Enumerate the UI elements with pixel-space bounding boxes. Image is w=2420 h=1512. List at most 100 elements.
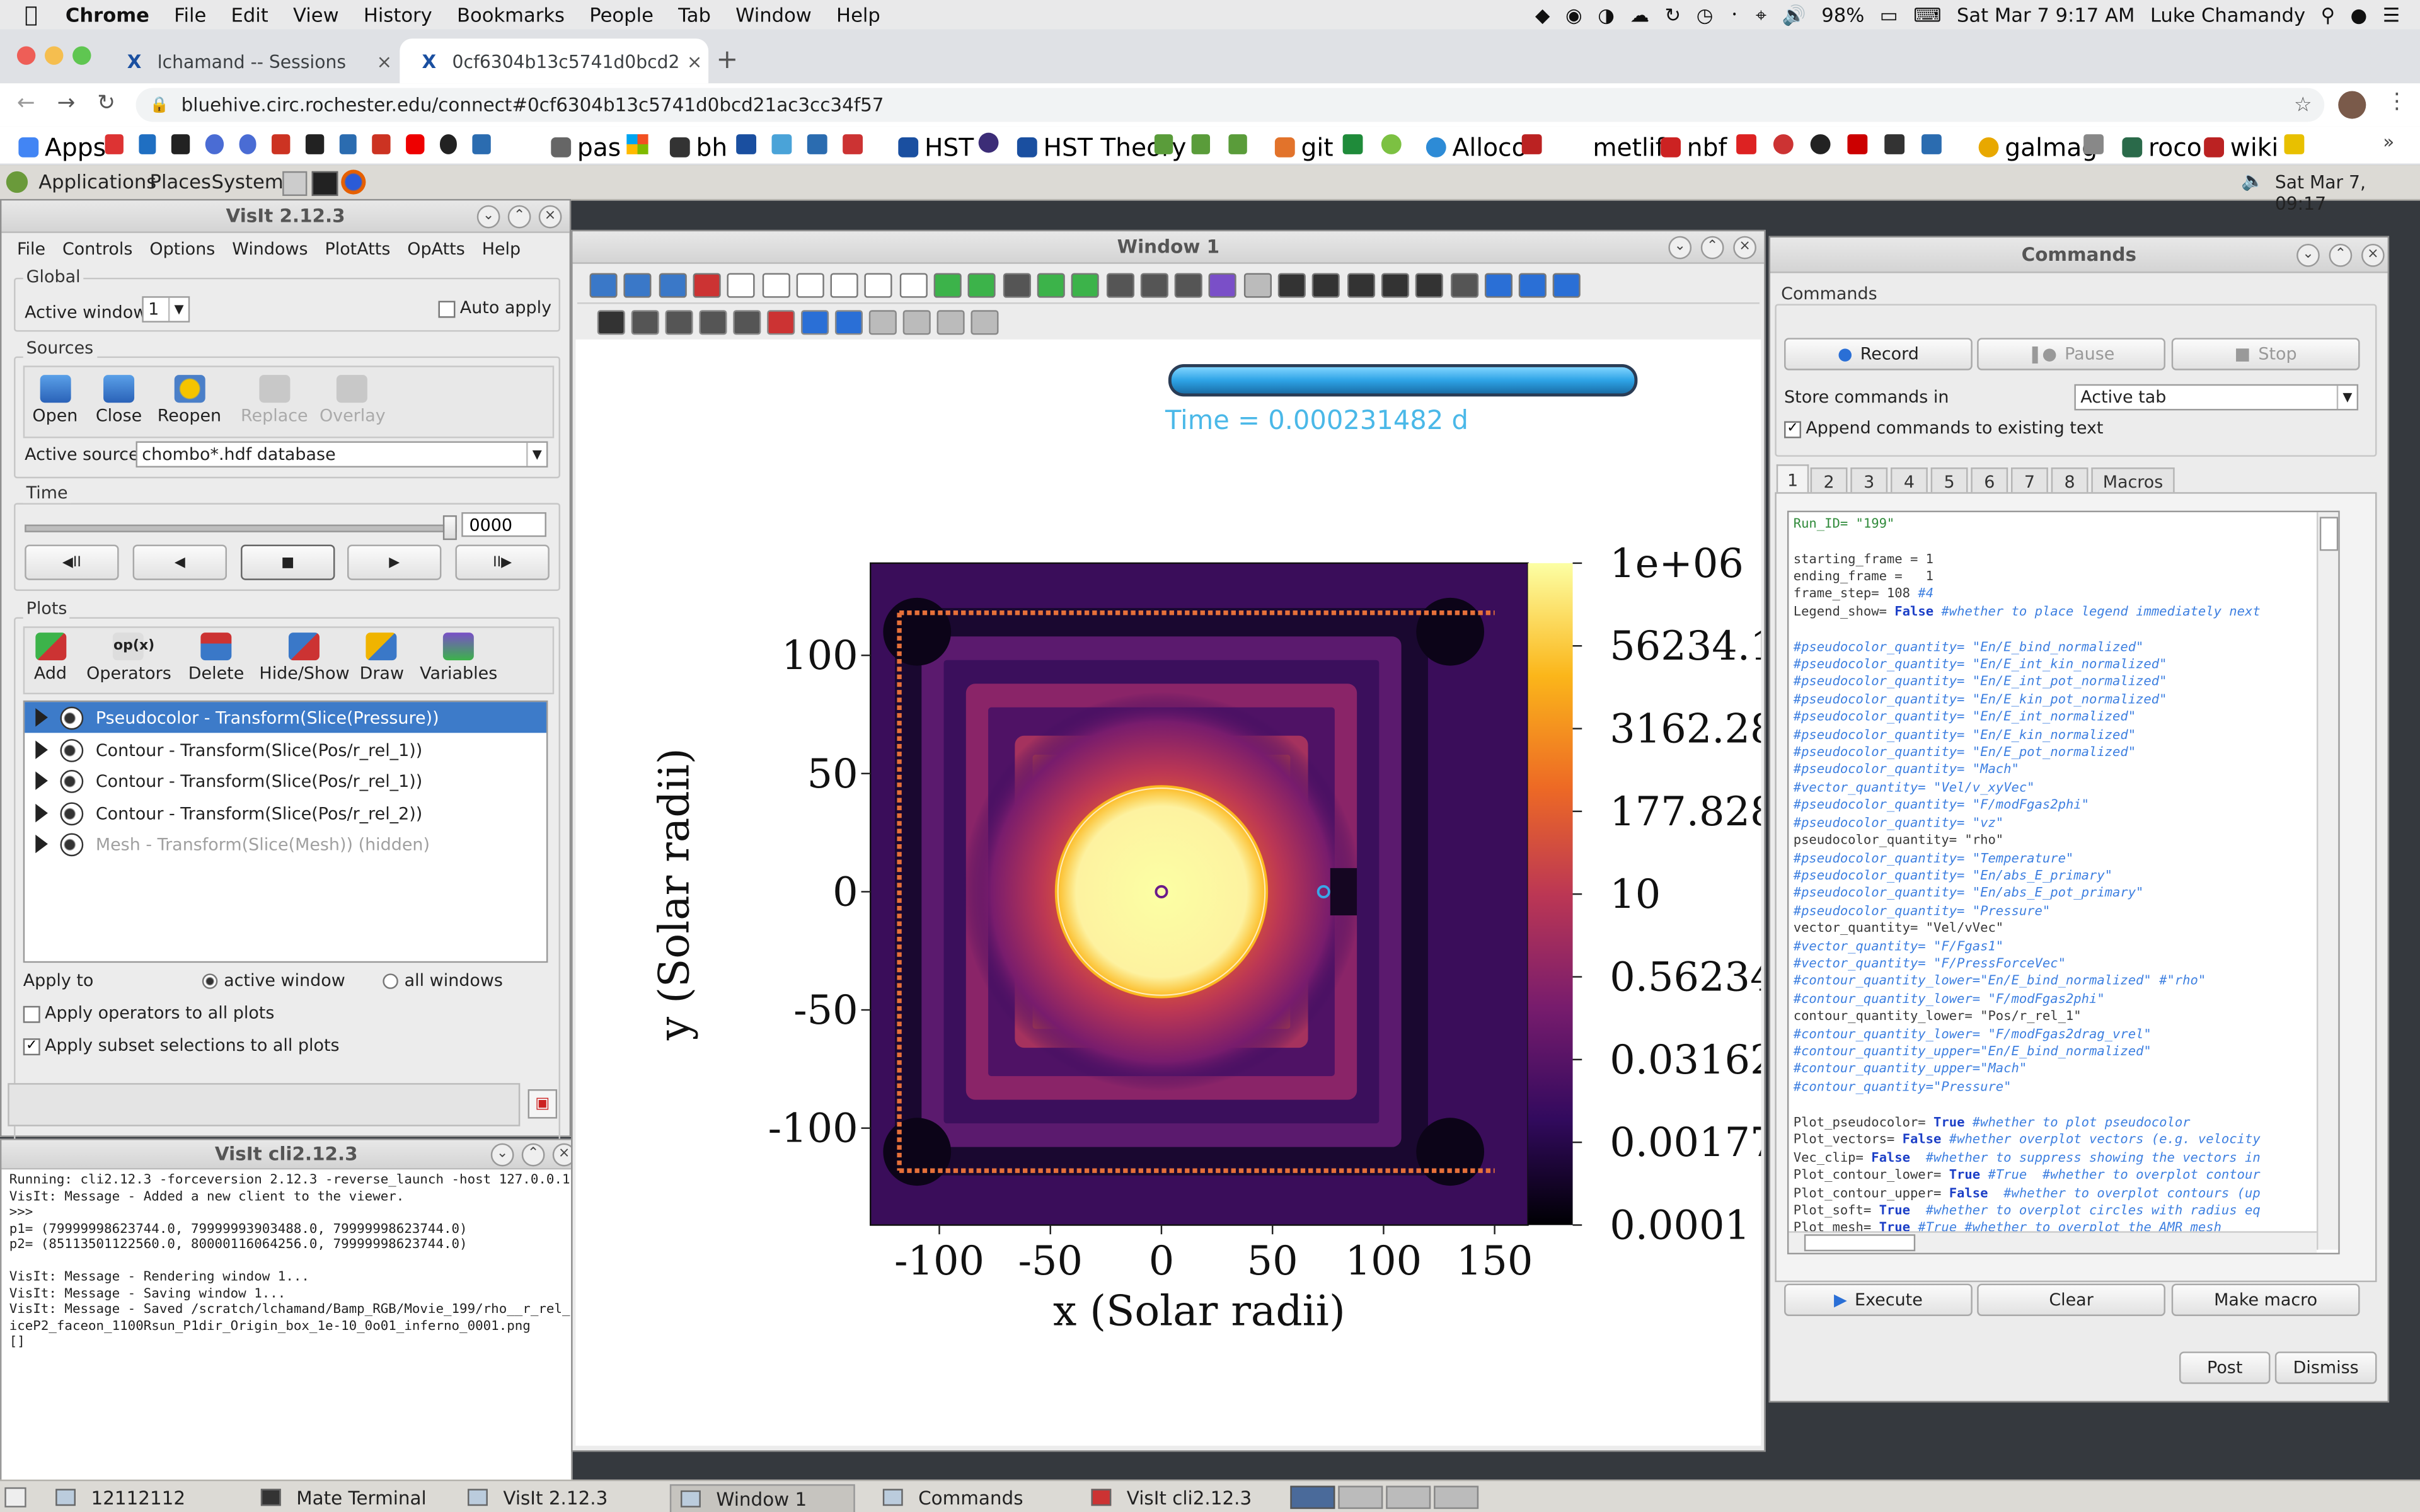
minimize-icon[interactable]: ⌄ bbox=[476, 205, 500, 229]
panel-system[interactable]: System bbox=[212, 169, 284, 193]
menu-opatts[interactable]: OpAtts bbox=[390, 233, 464, 264]
editor-hscroll-thumb[interactable] bbox=[1804, 1234, 1916, 1252]
viz-toolbar-icon[interactable] bbox=[1484, 273, 1512, 298]
viz-toolbar-icon[interactable] bbox=[1553, 273, 1581, 298]
close-button[interactable]: Close bbox=[96, 375, 142, 426]
viz-toolbar-icon[interactable] bbox=[693, 273, 721, 298]
tab-7[interactable]: 7 bbox=[2011, 467, 2048, 494]
bookmark-bh[interactable]: bh bbox=[669, 133, 727, 162]
tab-2[interactable]: 2 bbox=[1810, 467, 1848, 494]
viz-toolbar-icon[interactable] bbox=[865, 273, 893, 298]
youtube-icon[interactable] bbox=[406, 134, 424, 154]
menu-history[interactable]: History bbox=[351, 3, 444, 26]
star-icon[interactable] bbox=[843, 134, 863, 154]
plot-visibility-icon[interactable] bbox=[60, 769, 84, 793]
bookmark-icon[interactable] bbox=[1381, 134, 1402, 154]
viz-interaction-icon[interactable] bbox=[936, 310, 965, 335]
active-window-select[interactable]: 1 ▼ bbox=[142, 296, 190, 323]
bookmark-icon[interactable] bbox=[2083, 134, 2104, 154]
viz-toolbar-icon[interactable] bbox=[1174, 273, 1203, 298]
apply-subset-checkbox[interactable]: ✓ bbox=[23, 1038, 40, 1056]
taskbar-item[interactable]: Commands bbox=[882, 1484, 1023, 1511]
bookmarks-overflow[interactable]: » bbox=[2383, 131, 2394, 152]
viz-interaction-icon[interactable] bbox=[767, 310, 795, 335]
back-icon[interactable]: ← bbox=[17, 91, 35, 115]
bookmark-icon[interactable] bbox=[1884, 134, 1905, 154]
auto-apply-checkbox[interactable] bbox=[438, 301, 456, 318]
wifi-icon[interactable]: ⌖ bbox=[1748, 3, 1775, 27]
firefox-icon[interactable] bbox=[341, 169, 366, 195]
notification-center-icon[interactable]: ☰ bbox=[2375, 3, 2407, 26]
close-icon[interactable]: × bbox=[1733, 236, 1756, 260]
bookmark-icon[interactable] bbox=[1154, 134, 1173, 154]
apple-icon[interactable]:  bbox=[0, 3, 53, 27]
output-indicator-icon[interactable]: ▣ bbox=[527, 1089, 558, 1119]
bookmark-icon[interactable] bbox=[1342, 134, 1363, 154]
bookmark-nbf[interactable]: nbf bbox=[1661, 133, 1727, 162]
menu-edit[interactable]: Edit bbox=[219, 3, 280, 26]
menubar-clock[interactable]: Sat Mar 7 9:17 AM bbox=[1949, 3, 2143, 26]
bookmark-icon[interactable] bbox=[205, 134, 224, 154]
stop-record-button[interactable]: ■ Stop bbox=[2171, 338, 2360, 370]
expand-arrow-icon[interactable] bbox=[35, 771, 48, 790]
siri-icon[interactable]: ● bbox=[2342, 3, 2375, 26]
plot-list-item[interactable]: Mesh - Transform(Slice(Mesh)) (hidden) bbox=[25, 828, 546, 859]
viz-toolbar-icon[interactable] bbox=[1449, 273, 1478, 298]
draw-button[interactable]: Draw bbox=[360, 633, 404, 684]
viz-toolbar-icon[interactable] bbox=[761, 273, 790, 298]
clear-button[interactable]: Clear bbox=[1977, 1283, 2165, 1316]
dropbox-icon[interactable]: ◆ bbox=[1528, 3, 1558, 26]
viz-toolbar-icon[interactable] bbox=[1209, 273, 1237, 298]
editor-hscrollbar[interactable] bbox=[1789, 1231, 2317, 1253]
bookmark-icon[interactable] bbox=[238, 134, 257, 154]
variables-button[interactable]: Variables bbox=[420, 633, 497, 684]
browser-tab-sessions[interactable]: X lchamand -- Sessions × bbox=[105, 38, 398, 83]
dismiss-button[interactable]: Dismiss bbox=[2274, 1351, 2377, 1384]
wifi-signal-icon[interactable]: ◑ bbox=[1590, 3, 1622, 26]
tab-8[interactable]: 8 bbox=[2051, 467, 2089, 494]
taskbar-item[interactable]: 12112112 bbox=[55, 1484, 185, 1511]
plot-visibility-icon[interactable] bbox=[60, 706, 84, 730]
plot-list[interactable]: Pseudocolor - Transform(Slice(Pressure))… bbox=[23, 700, 548, 963]
panel-applications[interactable]: Applications bbox=[38, 169, 156, 193]
active-source-select[interactable]: chombo*.hdf database ▼ bbox=[135, 441, 548, 468]
spotlight-search-icon[interactable]: ⚲ bbox=[2313, 3, 2342, 26]
viz-interaction-icon[interactable] bbox=[733, 310, 761, 335]
battery-percent[interactable]: 98% bbox=[1814, 3, 1872, 26]
viz-interaction-icon[interactable] bbox=[631, 310, 659, 335]
reload-icon[interactable]: ↻ bbox=[97, 91, 115, 115]
bookmark-icon[interactable] bbox=[272, 134, 291, 154]
menu-help[interactable]: Help bbox=[465, 233, 521, 264]
workspace-4[interactable] bbox=[1434, 1486, 1479, 1509]
cloud-icon[interactable]: ☁ bbox=[1622, 3, 1657, 26]
bookmark-wiki[interactable]: wiki bbox=[2204, 133, 2278, 162]
bookmark-star-icon[interactable]: ☆ bbox=[2294, 93, 2312, 117]
forward-icon[interactable]: → bbox=[57, 91, 76, 115]
viz-toolbar-icon[interactable] bbox=[1346, 273, 1375, 298]
viz-toolbar-icon[interactable] bbox=[727, 273, 756, 298]
chrome-menu-icon[interactable]: ⋮ bbox=[2386, 89, 2407, 114]
menu-file[interactable]: File bbox=[161, 3, 218, 26]
new-tab-button[interactable]: + bbox=[716, 45, 738, 76]
record-button[interactable]: ● Record bbox=[1784, 338, 1973, 370]
bookmark-icon[interactable] bbox=[1191, 134, 1211, 154]
plot-list-item[interactable]: Pseudocolor - Transform(Slice(Pressure)) bbox=[25, 702, 546, 733]
keyboard-icon[interactable]: ⌨ bbox=[1906, 3, 1949, 26]
play-button[interactable]: ▶ bbox=[347, 544, 442, 580]
viz-interaction-icon[interactable] bbox=[801, 310, 829, 335]
bookmark-icon[interactable] bbox=[171, 134, 190, 154]
bookmark-icon[interactable] bbox=[771, 134, 792, 154]
all-windows-radio[interactable] bbox=[383, 973, 398, 989]
expand-arrow-icon[interactable] bbox=[35, 740, 48, 759]
file-manager-icon[interactable] bbox=[282, 171, 308, 197]
terminal-icon[interactable] bbox=[311, 171, 338, 197]
extension-icon[interactable]: ◉ bbox=[1558, 3, 1590, 26]
viz-toolbar-icon[interactable] bbox=[624, 273, 652, 298]
bookmark-apps[interactable]: Apps bbox=[18, 133, 106, 162]
bookmark-icon[interactable] bbox=[1228, 134, 1247, 154]
menu-window[interactable]: Window bbox=[723, 3, 824, 26]
tab-macros[interactable]: Macros bbox=[2091, 467, 2175, 494]
bookmark-icon[interactable] bbox=[736, 134, 757, 154]
panel-places[interactable]: Places bbox=[150, 169, 211, 193]
expand-arrow-icon[interactable] bbox=[35, 803, 48, 823]
